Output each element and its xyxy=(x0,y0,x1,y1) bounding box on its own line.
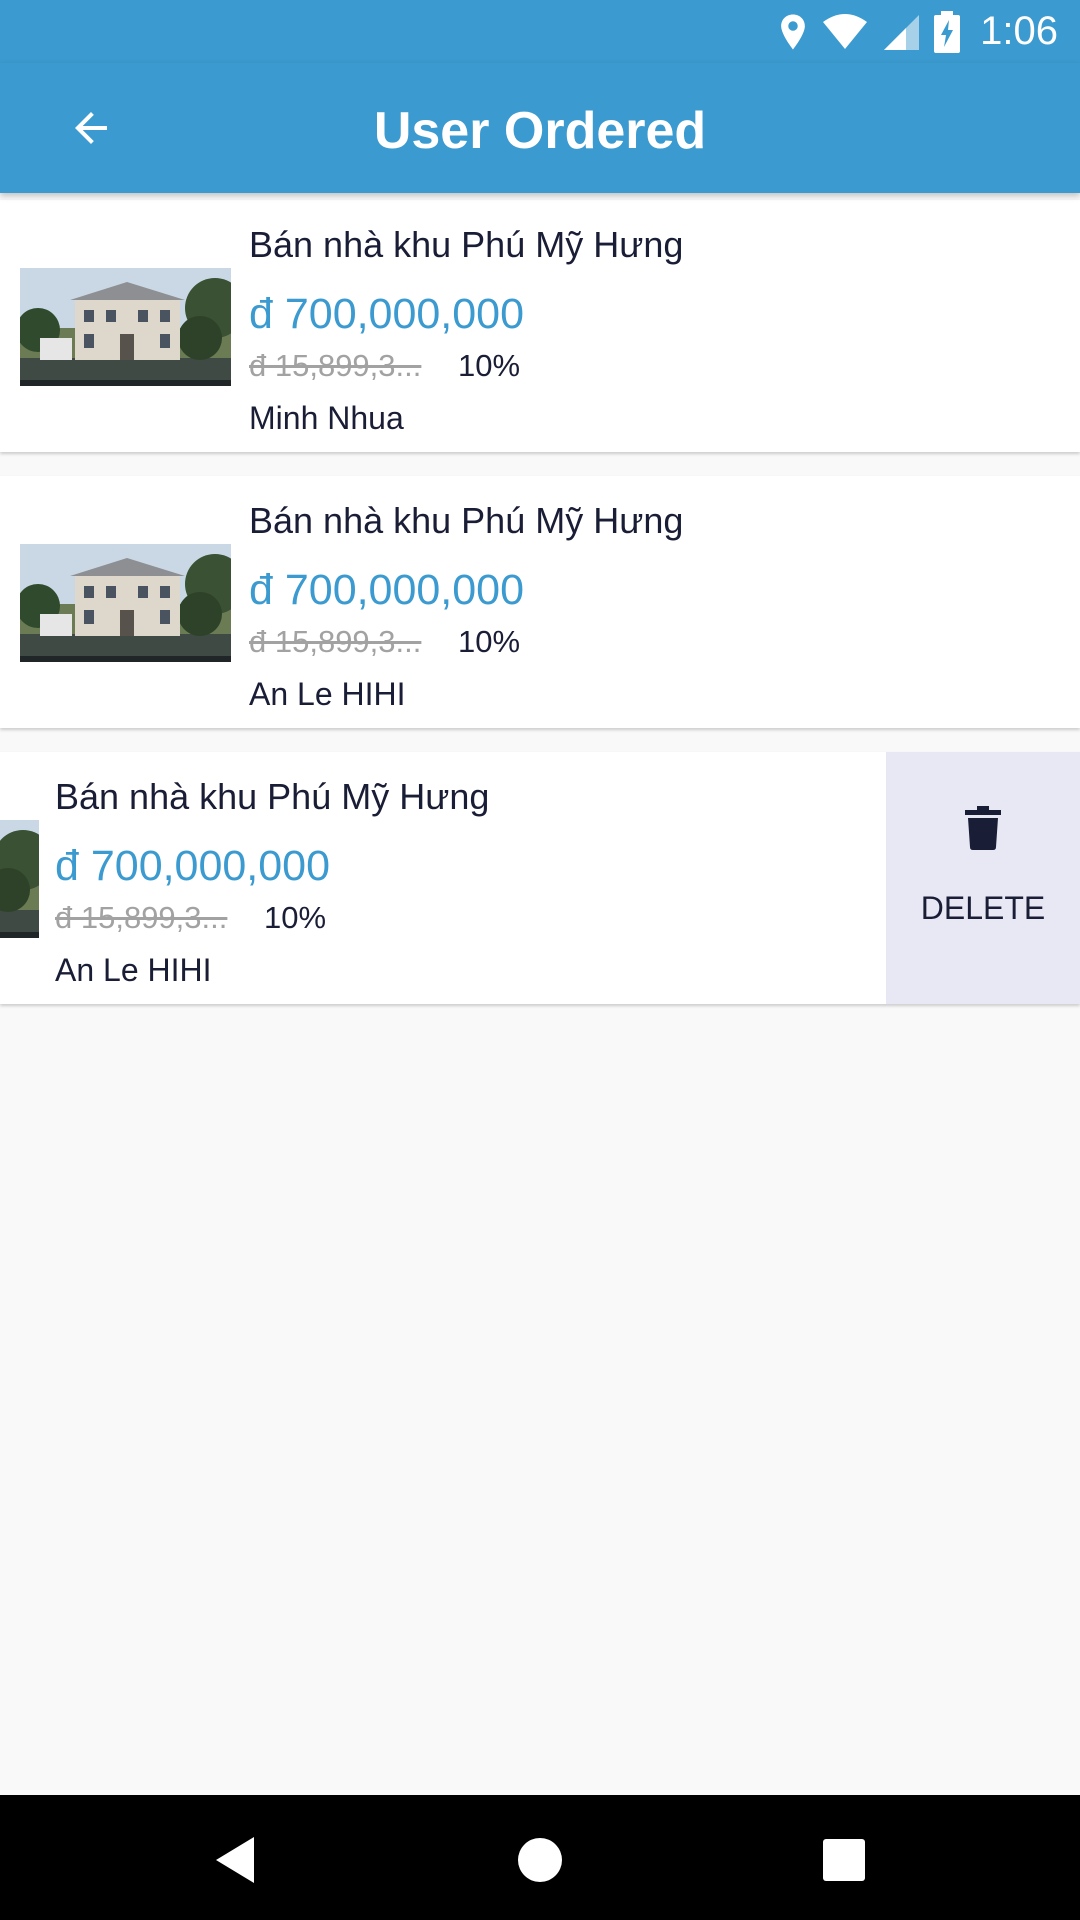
property-thumbnail xyxy=(20,544,231,662)
original-price: đ 15,899,3... xyxy=(249,348,422,383)
order-price: đ 700,000,000 xyxy=(249,290,524,338)
order-user-name: An Le HIHI xyxy=(55,952,212,988)
app-bar: User Ordered xyxy=(0,63,1080,193)
nav-recents-icon[interactable] xyxy=(809,1825,879,1895)
status-bar: 1:06 xyxy=(0,0,1080,63)
discount-percent: 10% xyxy=(458,624,521,659)
order-price: đ 700,000,000 xyxy=(55,842,330,890)
property-thumbnail xyxy=(0,820,39,938)
property-thumbnail xyxy=(20,268,231,386)
discount-percent: 10% xyxy=(264,900,327,935)
order-price-row: đ 15,899,3... 10% xyxy=(249,348,520,384)
order-price: đ 700,000,000 xyxy=(249,566,524,614)
delete-button[interactable]: DELETE xyxy=(886,752,1080,1004)
cell-signal-icon xyxy=(884,14,920,50)
system-nav-bar xyxy=(0,1795,1080,1920)
nav-home-icon[interactable] xyxy=(505,1825,575,1895)
nav-back-icon[interactable] xyxy=(200,1825,270,1895)
order-card[interactable]: Bán nhà khu Phú Mỹ Hưng đ 700,000,000 đ … xyxy=(0,200,1080,452)
order-price-row: đ 15,899,3... 10% xyxy=(249,624,520,660)
trash-icon xyxy=(965,806,1001,850)
original-price: đ 15,899,3... xyxy=(249,624,422,659)
order-title: Bán nhà khu Phú Mỹ Hưng xyxy=(55,776,490,817)
discount-percent: 10% xyxy=(458,348,521,383)
location-icon xyxy=(781,14,806,49)
order-price-row: đ 15,899,3... 10% xyxy=(55,900,326,936)
battery-charging-icon xyxy=(934,10,961,53)
order-card[interactable]: Bán nhà khu Phú Mỹ Hưng đ 700,000,000 đ … xyxy=(0,476,1080,728)
page-title: User Ordered xyxy=(373,102,707,160)
order-user-name: Minh Nhua xyxy=(249,400,404,436)
order-title: Bán nhà khu Phú Mỹ Hưng xyxy=(249,500,684,541)
original-price: đ 15,899,3... xyxy=(55,900,228,935)
status-icons: 1:06 xyxy=(778,0,1058,63)
status-time: 1:06 xyxy=(980,9,1058,53)
delete-label: DELETE xyxy=(920,890,1046,926)
order-card-swiped[interactable]: Bán nhà khu Phú Mỹ Hưng đ 700,000,000 đ … xyxy=(0,752,1080,1004)
wifi-icon xyxy=(823,13,868,49)
order-user-name: An Le HIHI xyxy=(249,676,406,712)
order-title: Bán nhà khu Phú Mỹ Hưng xyxy=(249,224,684,265)
